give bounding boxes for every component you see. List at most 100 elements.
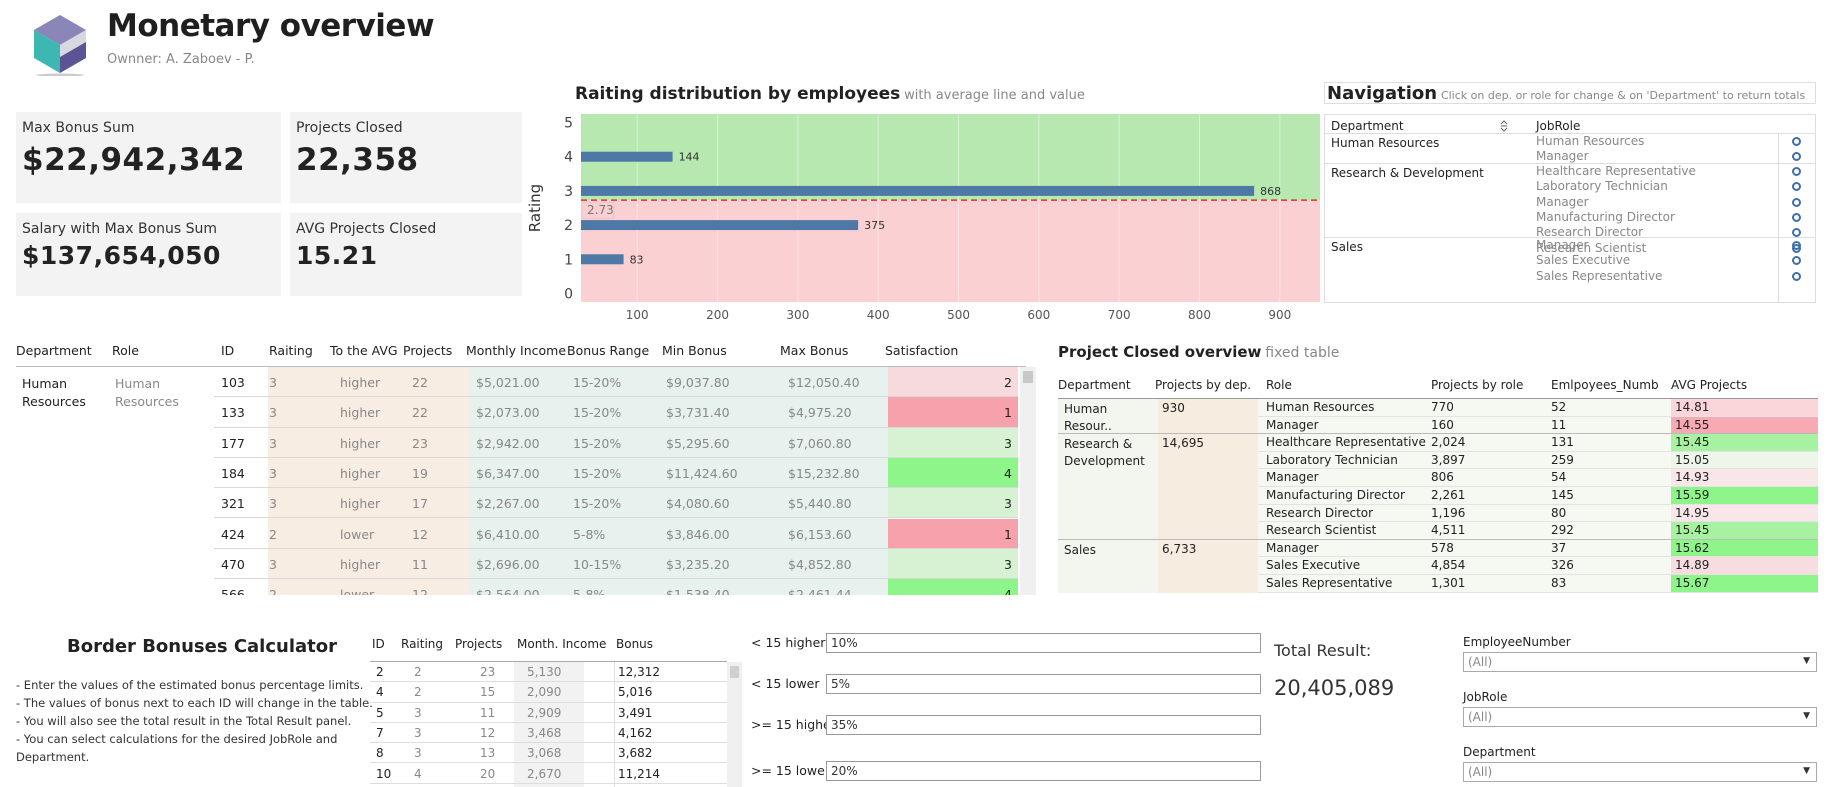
table-cell: 259 [1551,452,1574,467]
project-overview-dept-projects: 6,733 [1162,541,1197,556]
nav-radio-button[interactable] [1792,212,1801,222]
table-cell: 160 [1431,417,1454,432]
nav-radio-button[interactable] [1792,167,1801,176]
dept-proj-col-bg [1158,399,1258,593]
table-cell: Manager [1266,470,1319,485]
table-cell: 22 [412,375,428,390]
table-cell: 10 [376,766,392,781]
table-row[interactable]: 177 3 higher 23 $2,942.00 15-20% $5,295.60 $7,0… [214,427,1018,458]
table-row: 8 3 13 3,068 3,682 [370,743,727,764]
table-cell: 2 [376,665,384,679]
nav-role-item[interactable]: Healthcare Representative [1536,164,1696,178]
employees-header-cell: Min Bonus [662,343,727,358]
bonus-limit-input[interactable]: 10% [826,633,1261,653]
x-tick-label: 700 [1108,308,1131,322]
project-overview-subtitle: fixed table [1265,345,1340,361]
chevron-down-icon[interactable]: ▼ [1803,766,1810,776]
filter-select[interactable]: (All) ▼ [1463,762,1817,782]
satisfaction-cell: 4 [888,579,1018,595]
chevron-down-icon[interactable]: ▼ [1803,656,1810,666]
rating-chart: 100 200 300 400 500 600 700 800 900 5 4 144 3 868 2 375… [528,114,1320,322]
sort-icon[interactable] [1500,120,1508,132]
bonus-limit-input[interactable]: 5% [826,674,1261,694]
kpi-salary-max-bonus: Salary with Max Bonus Sum $137,654,050 [16,213,281,296]
table-cell: 5,016 [618,685,653,700]
nav-role-item[interactable]: Manufacturing Director [1536,210,1675,224]
table-cell: 8 [376,746,384,761]
nav-radio-button[interactable] [1792,228,1801,238]
table-row[interactable]: 566 2 lower 12 $2,564.00 5-8% $1,538.40 $2,461.… [214,579,1018,595]
project-overview-header: Emlpoyees_Numb [1551,378,1659,392]
row-divider [1258,591,1818,593]
table-cell: 326 [1551,558,1574,573]
below-average-band [581,200,1320,302]
nav-radio-button[interactable] [1792,182,1801,192]
filter-select[interactable]: (All) ▼ [1463,707,1817,727]
nav-department-2[interactable]: Sales [1331,240,1363,254]
project-overview-header: Projects by role [1431,378,1524,392]
chevron-down-icon[interactable]: ▼ [1803,711,1810,721]
table-cell: 15-20% [573,405,622,421]
bar-value-label: 83 [630,253,644,266]
kpi-value: 15.21 [296,241,378,270]
page-title: Monetary overview [107,8,435,44]
nav-radio-button[interactable] [1792,271,1801,281]
table-row[interactable]: 184 3 higher 19 $6,347.00 15-20% $11,424.60 $15… [214,457,1018,489]
calculator-title: Border Bonuses Calculator [67,636,337,657]
calculator-scrollbar[interactable] [727,662,742,787]
calculator-scrollbar-thumb[interactable] [730,666,739,678]
satisfaction-cell: 4 [888,457,1018,488]
table-row[interactable]: 424 2 lower 12 $6,410.00 5-8% $3,846.00 $6,153.… [214,518,1018,549]
table-cell: 3 [414,725,422,740]
nav-role-item[interactable]: Sales Executive [1536,253,1630,267]
nav-radio-button[interactable] [1792,241,1801,250]
nav-department-0[interactable]: Human Resources [1331,136,1439,150]
table-cell: 15-20% [573,375,622,390]
table-cell: Research Scientist [1266,523,1377,538]
table-row[interactable]: 321 3 higher 17 $2,267.00 15-20% $4,080.60 $5,4… [214,488,1018,519]
nav-department-1[interactable]: Research & Development [1331,166,1484,180]
bonus-col-divider [614,662,615,787]
table-cell: 83 [1551,576,1567,590]
table-cell: $3,731.40 [666,405,730,421]
nav-role-item[interactable]: Manager [1536,149,1589,163]
x-tick-label: 200 [706,308,729,322]
nav-role-item[interactable]: Manager [1536,195,1589,209]
bonus-limit-input[interactable]: 35% [826,715,1261,735]
filter-select[interactable]: (All) ▼ [1463,652,1817,672]
nav-header-department[interactable]: Department [1331,119,1404,133]
nav-role-item[interactable]: Sales Representative [1536,269,1662,283]
x-tick-label: 100 [626,308,649,322]
nav-role-item[interactable]: Laboratory Technician [1536,179,1668,193]
avg-projects-value: 14.55 [1675,417,1710,432]
employees-department: Human Resources [22,376,86,409]
nav-radio-button[interactable] [1792,256,1801,266]
calculator-description-line: Department. [16,750,90,764]
bar [581,254,624,265]
avg-projects-cell: 14.93 [1671,469,1818,486]
table-cell: 184 [221,465,245,481]
employees-scrollbar[interactable] [1020,367,1036,595]
table-cell: $4,080.60 [666,496,730,512]
bonus-limit-input[interactable]: 20% [826,761,1261,781]
nav-radio-button[interactable] [1792,137,1801,146]
table-row[interactable]: 470 3 higher 11 $2,696.00 10-15% $3,235.20 $4,8… [214,548,1018,580]
nav-role-item[interactable]: Human Resources [1536,134,1644,148]
employees-header-cell: ID [221,343,235,358]
table-cell: 2 [414,685,422,700]
nav-radio-button[interactable] [1792,197,1801,207]
table-row[interactable]: 103 3 higher 22 $5,021.00 15-20% $9,037.80 $12,… [214,367,1018,398]
nav-radio-button[interactable] [1792,152,1801,162]
table-cell: $2,267.00 [476,496,540,512]
scrollbar-thumb[interactable] [1023,371,1033,383]
project-overview-header: Projects by dep. [1155,378,1252,392]
table-cell: 3 [269,435,277,451]
kpi-projects-closed: Projects Closed 22,358 [290,112,522,203]
satisfaction-value: 3 [1004,435,1012,451]
calculator-description-line: - Enter the values of the estimated bonu… [16,678,364,692]
table-cell: 54 [1551,470,1567,485]
table-cell: Sales Executive [1266,558,1361,573]
nav-role-item[interactable]: Manager [1536,238,1589,252]
table-row[interactable]: 133 3 higher 22 $2,073.00 15-20% $3,731.40 $4,9… [214,397,1018,428]
satisfaction-value: 4 [1004,587,1012,595]
